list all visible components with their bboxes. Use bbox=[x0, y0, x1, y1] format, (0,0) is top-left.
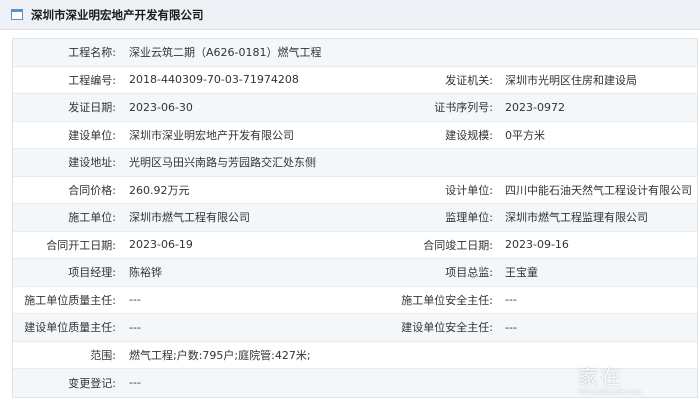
start-date-label: 合同开工日期: bbox=[46, 238, 116, 252]
row-issue-date: 发证日期: 2023-06-30 证书序列号: 2023-0972 bbox=[13, 94, 697, 122]
start-date-value: 2023-06-19 bbox=[129, 238, 193, 252]
company-title: 深圳市深业明宏地产开发有限公司 bbox=[31, 7, 204, 22]
contractor-label: 施工单位: bbox=[68, 211, 116, 225]
change-label: 变更登记: bbox=[68, 376, 116, 390]
row-price: 合同价格: 260.92万元 设计单位: 四川中能石油天然气工程设计有限公司 bbox=[13, 177, 697, 204]
address-value: 光明区马田兴南路与芳园路交汇处东侧 bbox=[129, 156, 316, 170]
row-builder-officers: 建设单位质量主任: --- 建设单位安全主任: --- bbox=[13, 314, 697, 342]
end-date-label: 合同竣工日期: bbox=[423, 238, 493, 252]
cert-no-value: 2023-0972 bbox=[505, 100, 565, 114]
designer-value: 四川中能石油天然气工程设计有限公司 bbox=[505, 183, 692, 197]
price-value: 260.92万元 bbox=[129, 183, 190, 197]
row-project-name: 工程名称: 深业云筑二期（A626-0181）燃气工程 bbox=[13, 39, 697, 67]
row-project-code: 工程编号: 2018-440309-70-03-71974208 发证机关: 深… bbox=[13, 67, 697, 94]
ct-quality-value: --- bbox=[129, 293, 141, 307]
ct-quality-label: 施工单位质量主任: bbox=[24, 293, 116, 307]
bd-quality-label: 建设单位质量主任: bbox=[24, 321, 116, 335]
issue-date-label: 发证日期: bbox=[68, 101, 116, 115]
row-dates: 合同开工日期: 2023-06-19 合同竣工日期: 2023-09-16 bbox=[13, 232, 697, 259]
price-label: 合同价格: bbox=[68, 183, 116, 197]
cert-no-label: 证书序列号: bbox=[434, 101, 493, 115]
ct-safety-label: 施工单位安全主任: bbox=[401, 293, 493, 307]
scale-value: 0平方米 bbox=[505, 128, 545, 142]
supervisor-value: 深圳市燃气工程监理有限公司 bbox=[505, 211, 648, 225]
chief-label: 项目总监: bbox=[445, 266, 493, 280]
row-contractor: 施工单位: 深圳市燃气工程有限公司 监理单位: 深圳市燃气工程监理有限公司 bbox=[13, 204, 697, 232]
scale-label: 建设规模: bbox=[445, 128, 493, 142]
ct-safety-value: --- bbox=[505, 293, 517, 307]
watermark-url: www.szhome.com bbox=[578, 388, 642, 396]
row-address: 建设地址: 光明区马田兴南路与芳园路交汇处东侧 bbox=[13, 149, 697, 177]
manager-value: 陈裕铧 bbox=[129, 266, 162, 280]
builder-label: 建设单位: bbox=[68, 128, 116, 142]
bd-quality-value: --- bbox=[129, 320, 141, 334]
row-contractor-officers: 施工单位质量主任: --- 施工单位安全主任: --- bbox=[13, 287, 697, 314]
manager-label: 项目经理: bbox=[68, 266, 116, 280]
permit-details-table: 工程名称: 深业云筑二期（A626-0181）燃气工程 工程编号: 2018-4… bbox=[12, 38, 698, 398]
builder-value: 深圳市深业明宏地产开发有限公司 bbox=[129, 128, 294, 142]
watermark-text: 家在 bbox=[578, 365, 624, 389]
project-code-label: 工程编号: bbox=[68, 73, 116, 87]
scope-label: 范围: bbox=[90, 348, 116, 362]
bd-safety-label: 建设单位安全主任: bbox=[401, 321, 493, 335]
project-name-value: 深业云筑二期（A626-0181）燃气工程 bbox=[129, 46, 322, 60]
supervisor-label: 监理单位: bbox=[445, 211, 493, 225]
company-header: 深圳市深业明宏地产开发有限公司 bbox=[0, 0, 700, 30]
end-date-value: 2023-09-16 bbox=[505, 238, 569, 252]
project-code-value: 2018-440309-70-03-71974208 bbox=[129, 73, 299, 87]
designer-label: 设计单位: bbox=[445, 183, 493, 197]
issue-date-value: 2023-06-30 bbox=[129, 100, 193, 114]
address-label: 建设地址: bbox=[68, 156, 116, 170]
project-name-label: 工程名称: bbox=[68, 46, 116, 60]
issuer-label: 发证机关: bbox=[445, 73, 493, 87]
bd-safety-value: --- bbox=[505, 320, 517, 334]
window-icon bbox=[11, 9, 23, 20]
row-manager: 项目经理: 陈裕铧 项目总监: 王宝童 bbox=[13, 259, 697, 287]
row-builder: 建设单位: 深圳市深业明宏地产开发有限公司 建设规模: 0平方米 bbox=[13, 122, 697, 149]
issuer-value: 深圳市光明区住房和建设局 bbox=[505, 73, 637, 87]
chief-value: 王宝童 bbox=[505, 266, 538, 280]
site-watermark: 家在 www.szhome.com bbox=[578, 367, 688, 401]
contractor-value: 深圳市燃气工程有限公司 bbox=[129, 211, 250, 225]
